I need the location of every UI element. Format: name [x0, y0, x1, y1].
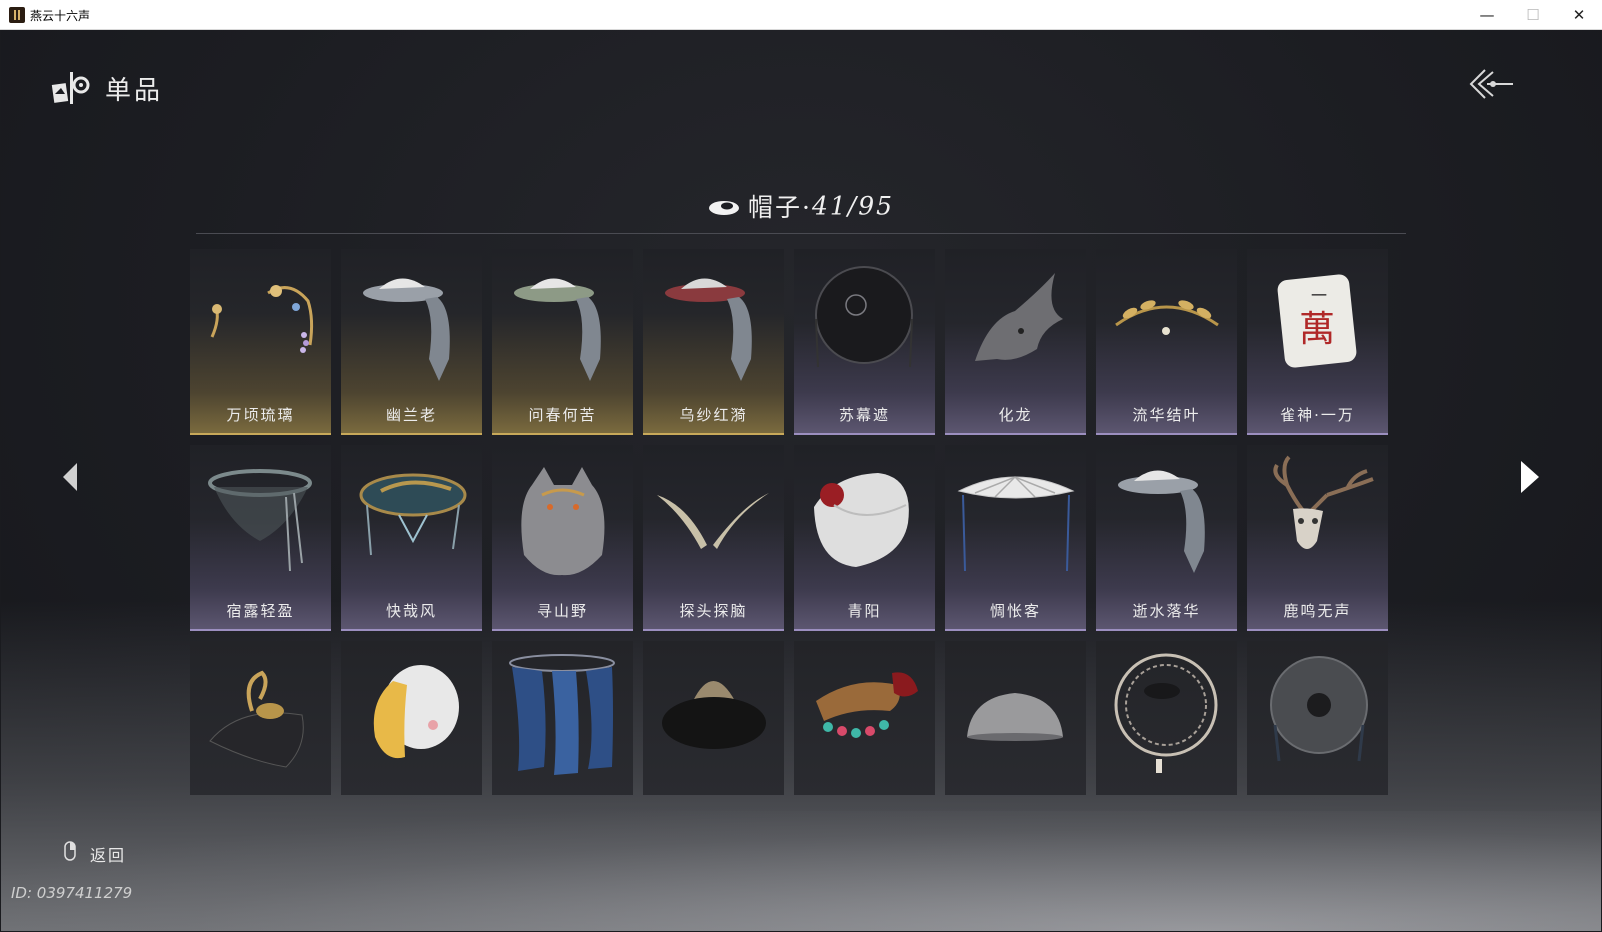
item-card[interactable]: [492, 641, 633, 795]
item-name: 流华结叶: [1132, 406, 1201, 424]
player-id: ID: 0397411279: [11, 884, 133, 902]
item-card[interactable]: 青阳: [794, 445, 935, 631]
item-card[interactable]: [945, 641, 1086, 795]
double-chevron-back-icon[interactable]: [1467, 66, 1515, 102]
bamboo-hat-icon: [1114, 653, 1218, 773]
item-card[interactable]: 宿露轻盈: [190, 445, 331, 631]
bowl-hat-icon: [967, 693, 1063, 741]
item-card[interactable]: 快哉风: [341, 445, 482, 631]
blue-veil-icon: [509, 654, 615, 775]
wolf-head-icon: [521, 467, 605, 576]
item-name: 寻山野: [536, 602, 588, 620]
item-card[interactable]: [1096, 641, 1237, 795]
chick-hood-icon: [373, 665, 459, 759]
minimize-button[interactable]: —: [1464, 0, 1510, 30]
item-name: 惆怅客: [989, 602, 1041, 620]
beaded-headdress-icon: [816, 672, 918, 738]
close-button[interactable]: ✕: [1556, 0, 1602, 30]
item-card[interactable]: 逝水落华: [1096, 445, 1237, 631]
veil-hat-icon: [363, 278, 450, 381]
item-name: 快哉风: [385, 602, 437, 620]
hat-icon: [709, 201, 739, 215]
dragon-head-icon: [975, 273, 1063, 361]
deer-skull-icon: [1273, 455, 1374, 549]
item-name: 雀神·一万: [1280, 406, 1355, 424]
category-count: 41/95: [811, 191, 894, 221]
item-name: 问春何苦: [528, 406, 597, 424]
item-card[interactable]: 惆怅客: [945, 445, 1086, 631]
item-name: 宿露轻盈: [226, 602, 295, 620]
item-card[interactable]: [341, 641, 482, 795]
item-name: 鹿鸣无声: [1283, 602, 1352, 620]
item-card[interactable]: 问春何苦: [492, 249, 633, 435]
item-name: 探头探脑: [679, 602, 748, 620]
item-card[interactable]: 乌纱红漪: [643, 249, 784, 435]
category-heading: 帽子·41/95: [1, 188, 1601, 224]
tile-main-text: 萬: [1299, 309, 1335, 350]
item-emblem-icon: [51, 72, 90, 104]
white-cap-icon: [814, 473, 909, 567]
veil-hat-icon: [1118, 470, 1205, 573]
game-viewport: 单品 帽子·41/95 万顷琉璃 幽兰老 问春何苦 乌纱红漪 苏幕遮 化龙 流华…: [1, 30, 1601, 931]
veil-hat-icon: [665, 278, 752, 381]
return-button[interactable]: 返回: [90, 842, 126, 866]
woven-hat-icon: [1270, 656, 1368, 762]
item-card[interactable]: [1247, 641, 1388, 795]
category-label: 帽子·: [748, 193, 812, 222]
item-card[interactable]: 一 萬 雀神·一万: [1247, 249, 1388, 435]
item-card[interactable]: 流华结叶: [1096, 249, 1237, 435]
window-title: 燕云十六声: [30, 9, 91, 23]
item-card[interactable]: 探头探脑: [643, 445, 784, 631]
tile-top-text: 一: [1311, 286, 1327, 305]
ground-mist: [1, 811, 1601, 931]
app-icon: [9, 7, 25, 23]
veil-hat-icon: [514, 278, 601, 381]
hairpin-icon: [210, 285, 314, 353]
ornate-hat-icon: [359, 473, 467, 556]
item-card[interactable]: 苏幕遮: [794, 249, 935, 435]
item-name: 万顷琉璃: [226, 406, 295, 424]
item-name: 化龙: [998, 406, 1033, 424]
item-card[interactable]: [794, 641, 935, 795]
black-hat-icon: [815, 266, 913, 368]
item-card[interactable]: [643, 641, 784, 795]
mahjong-tile-icon: 一 萬: [1277, 274, 1357, 368]
page-title: 单品: [105, 76, 164, 106]
swan-hat-icon: [209, 670, 304, 768]
veil-hat-icon: [208, 469, 312, 572]
item-name: 苏幕遮: [838, 406, 890, 424]
item-name: 逝水落华: [1132, 602, 1201, 620]
category-divider: [196, 233, 1406, 234]
window-titlebar: 燕云十六声 — ☐ ✕: [0, 0, 1602, 30]
mouse-icon: [64, 841, 76, 861]
fur-hat-icon: [662, 681, 766, 749]
item-card[interactable]: 化龙: [945, 249, 1086, 435]
laurel-wreath-icon: [1115, 300, 1219, 335]
item-name: 幽兰老: [385, 406, 437, 424]
maximize-button[interactable]: ☐: [1510, 0, 1556, 30]
item-name: 青阳: [847, 602, 882, 620]
item-card[interactable]: [190, 641, 331, 795]
arrow-left-icon[interactable]: [59, 460, 83, 494]
arrow-right-icon[interactable]: [1515, 458, 1543, 496]
white-veil-hat-icon: [957, 475, 1075, 572]
item-card[interactable]: 寻山野: [492, 445, 633, 631]
item-card[interactable]: 鹿鸣无声: [1247, 445, 1388, 631]
feather-antenna-icon: [657, 493, 769, 549]
item-card[interactable]: 万顷琉璃: [190, 249, 331, 435]
item-card[interactable]: 幽兰老: [341, 249, 482, 435]
item-name: 乌纱红漪: [679, 406, 748, 424]
